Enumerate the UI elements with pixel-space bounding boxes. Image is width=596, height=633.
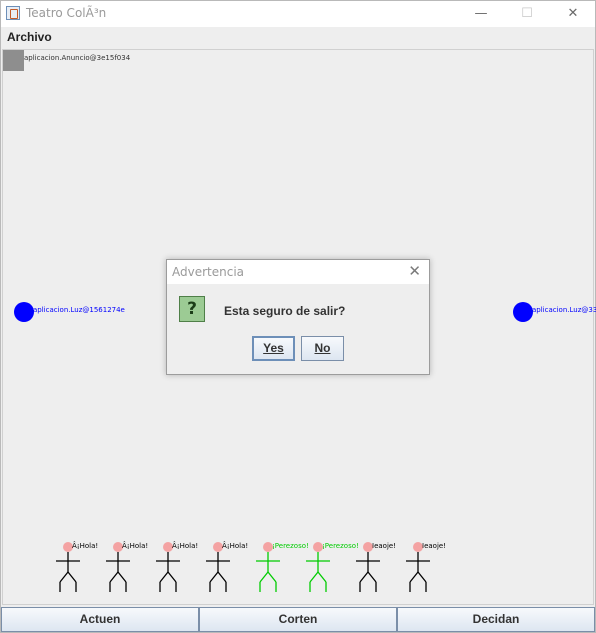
actor-2: Â¡Hola! [106, 542, 149, 602]
java-app-icon [6, 6, 20, 20]
stick-figure-icon [106, 542, 130, 592]
maximize-button[interactable]: ☐ [504, 1, 550, 27]
actor-3: Â¡Hola! [156, 542, 199, 602]
stick-figure-icon [156, 542, 180, 592]
dialog-title-bar: Advertencia ✕ [167, 260, 429, 284]
actor-4-speech: Â¡Hola! [222, 542, 249, 550]
actor-7-speech: Ieaoje! [372, 542, 397, 550]
actor-6: ¡Perezoso! [306, 542, 359, 602]
actor-1: Â¡Hola! [56, 542, 99, 602]
actor-5: ¡Perezoso! [256, 542, 309, 602]
actor-8: Ieaoje! [406, 542, 446, 602]
confirm-exit-dialog: Advertencia ✕ ? Esta seguro de salir? Ye… [166, 259, 430, 375]
action-button-bar: Actuen Corten Decidan [1, 607, 595, 633]
stick-figure-icon [56, 542, 80, 592]
actor-6-speech: ¡Perezoso! [322, 542, 359, 550]
stick-figure-icon [306, 542, 330, 592]
window-title: Teatro ColÃ³n [26, 6, 107, 20]
light-left-label: aplicacion.Luz@1561274e [33, 306, 125, 314]
stick-figure-icon [206, 542, 230, 592]
actor-4: Â¡Hola! [206, 542, 249, 602]
stick-figure-icon [406, 542, 430, 592]
light-left [14, 302, 34, 322]
light-right-label: aplicacion.Luz@336e [532, 306, 596, 314]
actor-7: Ieaoje! [356, 542, 396, 602]
menu-archivo[interactable]: Archivo [7, 30, 52, 44]
stick-figure-icon [356, 542, 380, 592]
light-right [513, 302, 533, 322]
dialog-title: Advertencia [172, 265, 245, 279]
stick-figure-icon [256, 542, 280, 592]
dialog-message: Esta seguro de salir? [224, 304, 346, 318]
actor-1-speech: Â¡Hola! [72, 542, 99, 550]
title-bar: Teatro ColÃ³n — ☐ ✕ [1, 1, 595, 27]
actor-2-speech: Â¡Hola! [122, 542, 149, 550]
decidan-button[interactable]: Decidan [397, 607, 595, 632]
anuncio-label: aplicacion.Anuncio@3e15f034 [24, 54, 131, 62]
minimize-button[interactable]: — [458, 1, 504, 27]
anuncio-box [3, 50, 24, 71]
actuen-button[interactable]: Actuen [1, 607, 199, 632]
yes-button[interactable]: Yes [252, 336, 295, 361]
dialog-close-button[interactable]: ✕ [408, 262, 421, 280]
no-button[interactable]: No [301, 336, 344, 361]
actor-5-speech: ¡Perezoso! [272, 542, 309, 550]
question-icon: ? [179, 296, 205, 322]
menu-bar: Archivo [1, 27, 595, 48]
actor-8-speech: Ieaoje! [422, 542, 447, 550]
close-button[interactable]: ✕ [550, 1, 596, 27]
corten-button[interactable]: Corten [199, 607, 397, 632]
actor-3-speech: Â¡Hola! [172, 542, 199, 550]
